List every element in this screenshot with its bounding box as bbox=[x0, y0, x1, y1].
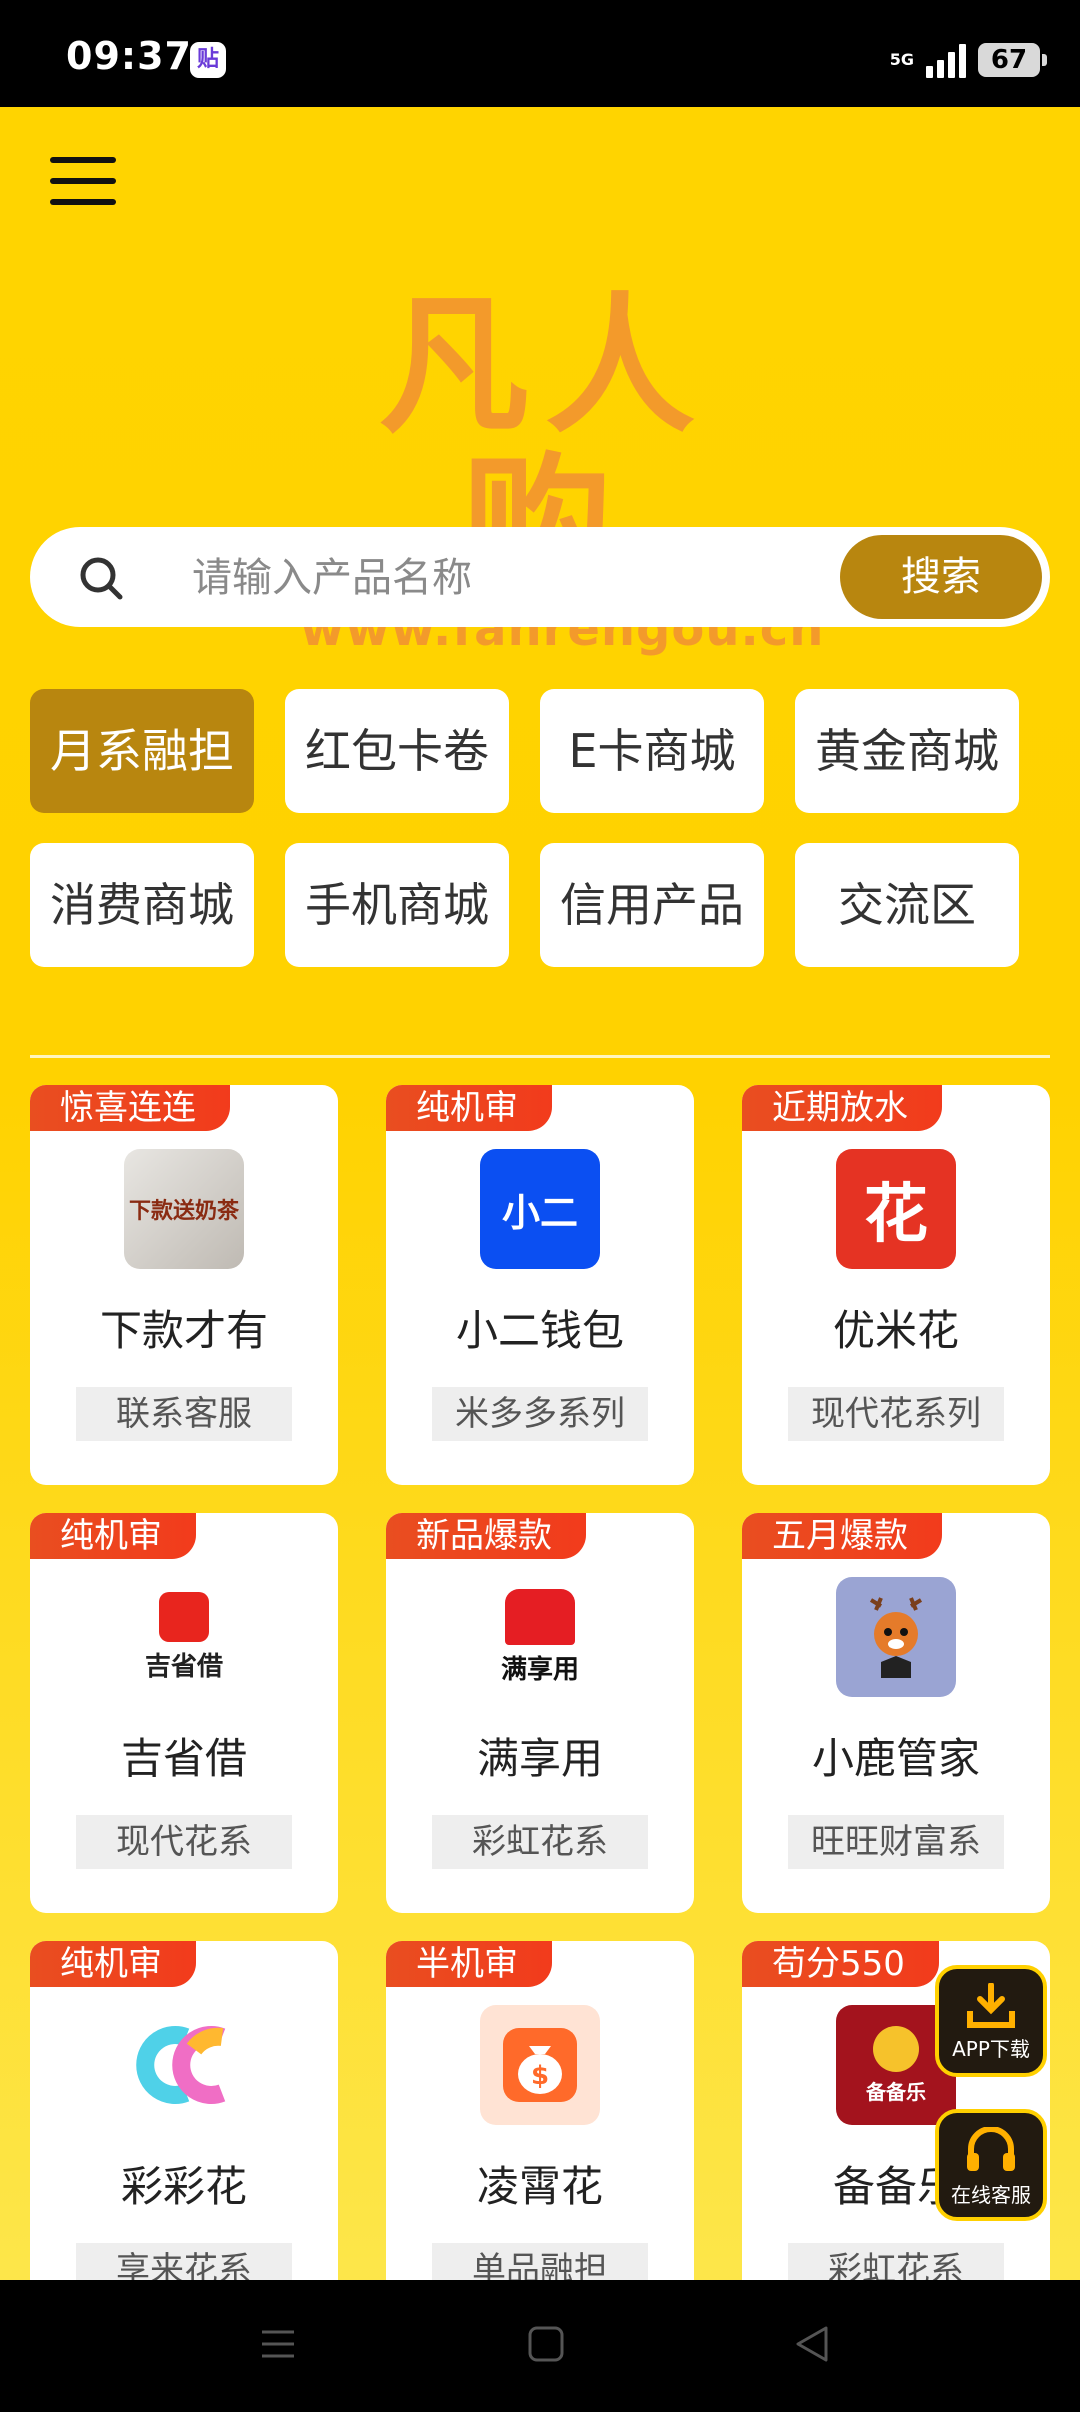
money-bag-icon: $ bbox=[480, 2005, 600, 2125]
product-badge: 近期放水 bbox=[742, 1085, 942, 1131]
product-name: 小二钱包 bbox=[455, 1306, 624, 1355]
product-tag: 彩虹花系 bbox=[432, 1815, 648, 1869]
download-icon bbox=[967, 1983, 1015, 2028]
recent-apps-icon[interactable] bbox=[258, 2324, 298, 2364]
status-bar: 09:37 贴 5G 67 bbox=[0, 0, 1080, 107]
home-icon[interactable] bbox=[526, 2324, 566, 2364]
product-tag: 联系客服 bbox=[76, 1387, 292, 1441]
network-type: 5G bbox=[889, 50, 914, 69]
product-badge: 苟分550 bbox=[742, 1941, 939, 1987]
online-service-button[interactable]: 在线客服 bbox=[935, 2109, 1047, 2221]
product-name: 彩彩花 bbox=[120, 2162, 247, 2211]
search-bar: 搜索 bbox=[30, 527, 1050, 627]
category-item[interactable]: 消费商城 bbox=[30, 843, 254, 967]
product-tag: 单品融担 bbox=[432, 2243, 648, 2280]
product-name: 小鹿管家 bbox=[811, 1734, 980, 1783]
notification-app-icon: 贴 bbox=[190, 42, 226, 78]
search-button[interactable]: 搜索 bbox=[840, 535, 1042, 619]
product-logo-text: 小二 bbox=[501, 1190, 578, 1235]
product-logo-text: 花 bbox=[864, 1178, 928, 1252]
category-item[interactable]: 手机商城 bbox=[285, 843, 509, 967]
product-tag: 米多多系列 bbox=[432, 1387, 648, 1441]
product-name: 凌霄花 bbox=[476, 2162, 603, 2211]
product-tag: 享来花系 bbox=[76, 2243, 292, 2280]
product-tag: 现代花系列 bbox=[788, 1387, 1004, 1441]
product-logo-text: 备备乐 bbox=[866, 2079, 926, 2104]
app-download-button[interactable]: APP下载 bbox=[935, 1965, 1047, 2077]
product-logo: 花 bbox=[836, 1149, 956, 1269]
status-indicators: 5G 67 bbox=[889, 38, 1047, 82]
product-name: 优米花 bbox=[832, 1306, 959, 1355]
app-download-label: APP下载 bbox=[952, 2037, 1030, 2061]
menu-icon[interactable] bbox=[50, 157, 116, 213]
main-page: 凡人购 www.fanrengou.cn 搜索 月系融担 红包卡卷 E卡商城 黄… bbox=[0, 107, 1080, 2280]
search-icon bbox=[80, 557, 123, 600]
product-logo-text: 下款送奶茶 bbox=[128, 1199, 239, 1224]
status-time: 09:37 bbox=[66, 34, 192, 78]
category-item[interactable]: 月系融担 bbox=[30, 689, 254, 813]
signal-icon bbox=[926, 42, 966, 78]
product-badge: 新品爆款 bbox=[386, 1513, 586, 1559]
product-name: 满享用 bbox=[476, 1734, 603, 1783]
product-tag: 现代花系 bbox=[76, 1815, 292, 1869]
search-input[interactable] bbox=[190, 547, 834, 609]
product-badge: 纯机审 bbox=[386, 1085, 552, 1131]
system-nav-bar bbox=[0, 2280, 1080, 2412]
product-logo-text: 满享用 bbox=[500, 1654, 579, 1685]
product-tag: 旺旺财富系 bbox=[788, 1815, 1004, 1869]
product-logo: 小二 bbox=[480, 1149, 600, 1269]
product-badge: 半机审 bbox=[386, 1941, 552, 1987]
product-card[interactable]: 近期放水 花 优米花 现代花系列 bbox=[742, 1085, 1050, 1485]
cc-logo-icon bbox=[124, 2005, 244, 2125]
headset-icon bbox=[967, 2127, 1015, 2171]
category-item[interactable]: 交流区 bbox=[795, 843, 1019, 967]
deer-logo-icon bbox=[836, 1577, 956, 1697]
product-card[interactable]: 纯机审 小二 小二钱包 米多多系列 bbox=[386, 1085, 694, 1485]
product-card[interactable]: 五月爆款 小鹿管家 旺旺财富系 bbox=[742, 1513, 1050, 1913]
product-logo: 吉省借 bbox=[124, 1577, 244, 1697]
product-name: 吉省借 bbox=[120, 1734, 247, 1783]
back-icon[interactable] bbox=[792, 2324, 832, 2364]
product-badge: 纯机审 bbox=[30, 1941, 196, 1987]
online-service-label: 在线客服 bbox=[951, 2183, 1031, 2207]
product-card[interactable]: 纯机审 吉省借 吉省借 现代花系 bbox=[30, 1513, 338, 1913]
product-card[interactable]: 半机审 $ 凌霄花 单品融担 bbox=[386, 1941, 694, 2280]
product-card[interactable]: 惊喜连连 下款送奶茶 下款才有 联系客服 bbox=[30, 1085, 338, 1485]
product-badge: 纯机审 bbox=[30, 1513, 196, 1559]
category-item[interactable]: E卡商城 bbox=[540, 689, 764, 813]
product-name: 下款才有 bbox=[99, 1306, 268, 1355]
product-logo: 满享用 bbox=[480, 1577, 600, 1697]
category-item[interactable]: 黄金商城 bbox=[795, 689, 1019, 813]
battery-icon: 67 bbox=[978, 43, 1047, 77]
divider bbox=[30, 1055, 1050, 1058]
product-tag: 彩虹花系 bbox=[788, 2243, 1004, 2280]
product-logo-text: 吉省借 bbox=[144, 1651, 223, 1682]
category-item[interactable]: 红包卡卷 bbox=[285, 689, 509, 813]
category-item[interactable]: 信用产品 bbox=[540, 843, 764, 967]
svg-text:$: $ bbox=[531, 2061, 549, 2091]
product-badge: 五月爆款 bbox=[742, 1513, 942, 1559]
product-card[interactable]: 新品爆款 满享用 满享用 彩虹花系 bbox=[386, 1513, 694, 1913]
product-card[interactable]: 纯机审 彩彩花 享来花系 bbox=[30, 1941, 338, 2280]
product-logo: 下款送奶茶 bbox=[124, 1149, 244, 1269]
product-badge: 惊喜连连 bbox=[30, 1085, 230, 1131]
